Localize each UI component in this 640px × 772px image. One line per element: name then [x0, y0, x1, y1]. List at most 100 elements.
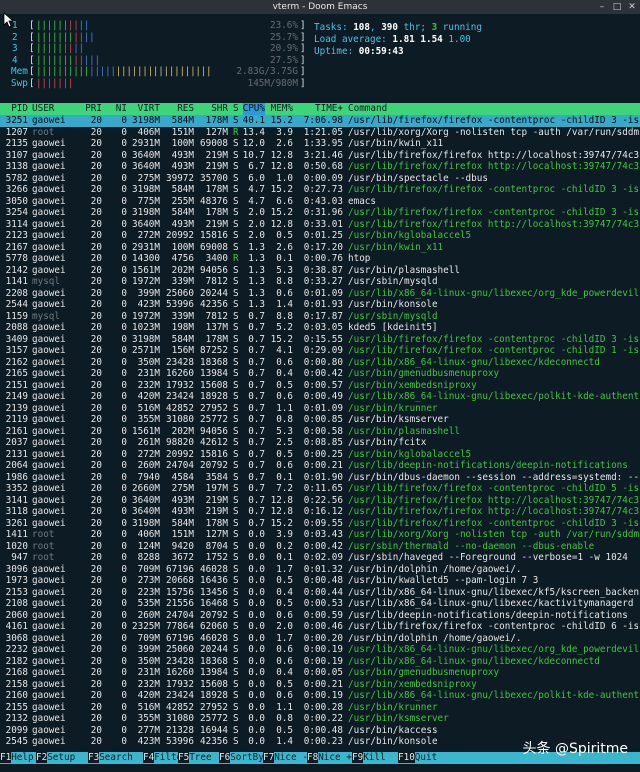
table-row[interactable]: 2167 gaowei 20 0 2931M 100M 69008 S 1.3 2.6 0:17.2…: [0, 242, 640, 254]
process-table-header[interactable]: PID USER PRI NI VIRT RES SHR S CPU% MEM% TIME+ Comm…: [0, 103, 640, 115]
table-row[interactable]: 1411 root 20 0 406M 151M 127M S 0.0 3.9 0:03.43/us…: [0, 529, 640, 541]
cell-time: 0:00.21: [303, 460, 343, 471]
table-row[interactable]: 1207 root 20 0 406M 151M 127M R 13.4 3.9 1:21.05/u…: [0, 127, 640, 139]
cell-time: 3:21.46: [303, 149, 343, 161]
minimize-button[interactable]: –: [596, 0, 608, 14]
fkey-help-button[interactable]: F1Help: [0, 752, 34, 764]
table-row[interactable]: 1159 mysql 20 0 1972M 339M 7812 S 0.7 8.8 0:17.87 /…: [0, 311, 640, 323]
fkey-kill-button[interactable]: F9Kill: [352, 752, 386, 764]
column-header-pid[interactable]: PID: [11, 103, 28, 115]
table-row[interactable]: 2132 gaowei 20 0 355M 31080 25772 S 0.0 0.8 0:00.2…: [0, 713, 640, 725]
column-header-cpu[interactable]: CPU%: [242, 103, 265, 115]
table-row[interactable]: 3141 gaowei 20 0 3640M 493M 219M S 0.7 12.8 0:22.5…: [0, 495, 640, 507]
column-header-command[interactable]: Command: [348, 103, 387, 115]
table-row[interactable]: 2168 gaowei 20 0 231M 16260 13984 S 0.0 0.4 0:00.0…: [0, 667, 640, 679]
table-row[interactable]: 2139 gaowei 20 0 516M 42852 27952 S 0.7 1.1 0:01.0…: [0, 403, 640, 415]
table-row[interactable]: 3409 gaowei 20 0 3198M 584M 178M S 0.7 15.2 0:15.5…: [0, 334, 640, 346]
table-row[interactable]: 4161 gaowei 20 0 2325M 77864 62060 S 0.0 2.0 0:00.…: [0, 621, 640, 633]
table-row[interactable]: 3068 gaowei 20 0 709M 67196 46028 S 0.0 1.7 0:00.2…: [0, 633, 640, 645]
table-row[interactable]: 2135 gaowei 20 0 2931M 100M 69008 S 12.0 2.6 1:33.…: [0, 138, 640, 150]
table-row[interactable]: 2088 gaowei 20 0 1023M 198M 137M S 0.7 5.2 0:03.05…: [0, 322, 640, 334]
table-row[interactable]: 1973 gaowei 20 0 273M 20668 16436 S 0.0 0.5 0:00.4…: [0, 575, 640, 587]
table-row[interactable]: 5778 gaowei 20 0 14300 4756 3400 R 1.3 0.1 0:00.76…: [0, 253, 640, 265]
fkey-search-button[interactable]: F3Search: [88, 752, 133, 764]
column-header-ni[interactable]: NI: [116, 103, 127, 115]
column-header-time[interactable]: TIME+: [315, 103, 343, 115]
fkey-setup-button[interactable]: F2Setup: [36, 752, 75, 764]
table-row[interactable]: 3096 gaowei 20 0 709M 67196 46028 S 0.0 1.7 0:01.3…: [0, 564, 640, 576]
table-row[interactable]: 2158 gaowei 20 0 232M 17932 15608 S 0.0 0.5 0:00.2…: [0, 679, 640, 691]
table-row[interactable]: 2060 gaowei 20 0 260M 24704 20792 S 0.0 0.6 0:00.5…: [0, 610, 640, 622]
fkey-tree-button[interactable]: F5Tree: [178, 752, 212, 764]
table-row[interactable]: 947 root 20 0 8288 3672 1752 S 0.0 0.1 0:02.09/usr…: [0, 552, 640, 564]
fkey-nice-button[interactable]: F7Nice -: [263, 752, 308, 764]
column-header-shr[interactable]: SHR: [211, 103, 228, 115]
close-button[interactable]: ✕: [626, 0, 638, 14]
cell-res: 4756: [171, 253, 194, 264]
table-row[interactable]: 2162 gaowei 20 0 350M 23428 18368 S 0.7 0.6 0:00.8…: [0, 357, 640, 369]
cell-command: /usr/bin/kwin_x11: [348, 138, 444, 149]
table-row[interactable]: 2099 gaowei 20 0 277M 21328 16944 S 0.0 0.5 0:00.4…: [0, 725, 640, 737]
table-row[interactable]: 3118 gaowei 20 0 3640M 493M 219M S 0.7 12.8 0:16.1…: [0, 506, 640, 518]
table-row[interactable]: 1020 root 20 0 124M 9420 8704 S 0.0 0.2 0:00.42/us…: [0, 541, 640, 553]
table-row[interactable]: 3050 gaowei 20 0 775M 255M 48376 S 4.7 6.6 0:43.03…: [0, 196, 640, 208]
column-header-pri[interactable]: PRI: [85, 103, 102, 115]
cell-time: 0:00.57: [303, 379, 343, 391]
cell-virt: 272M: [137, 230, 160, 241]
table-row[interactable]: 2153 gaowei 20 0 223M 15756 13456 S 0.0 0.4 0:00.4…: [0, 587, 640, 599]
table-row[interactable]: 2151 gaowei 20 0 232M 17932 15608 S 0.7 0.5 0:00.5…: [0, 380, 640, 392]
table-row[interactable]: 2165 gaowei 20 0 231M 16260 13984 S 0.7 0.4 0:00.4…: [0, 368, 640, 380]
table-row[interactable]: 3157 gaowei 20 0 2571M 156M 87252 S 0.7 4.1 0:29.0…: [0, 345, 640, 357]
table-row[interactable]: 1141 mysql 20 0 1972M 339M 7812 S 1.3 8.8 0:33.27 /…: [0, 276, 640, 288]
cell-state: S: [233, 368, 239, 379]
cell-time: 0:00.19: [303, 655, 343, 667]
cell-virt: 14300: [132, 253, 160, 264]
cell-pid: 2139: [5, 402, 28, 414]
table-row[interactable]: 3254 gaowei 20 0 3198M 584M 178M S 2.0 15.2 0:31.9…: [0, 207, 640, 219]
cell-res: 15756: [166, 586, 194, 598]
column-header-virt[interactable]: VIRT: [138, 103, 160, 115]
table-row[interactable]: 3107 gaowei 20 0 3640M 493M 219M S 10.7 12.8 3:21.…: [0, 150, 640, 162]
cell-pri: 20: [90, 655, 102, 667]
cell-pri: 20: [90, 632, 102, 644]
table-row[interactable]: 2064 gaowei 20 0 260M 24704 20792 S 0.7 0.6 0:00.2…: [0, 460, 640, 472]
column-header-mem[interactable]: MEM%: [271, 103, 293, 115]
table-row[interactable]: 5782 gaowei 20 0 275M 39972 35700 S 6.0 1.0 0:00.0…: [0, 173, 640, 185]
cell-pid: 2168: [5, 667, 28, 678]
cell-cpu: 0.7: [248, 391, 265, 402]
column-header-state[interactable]: S: [233, 103, 239, 115]
cpu4-bracket-close: ]: [300, 54, 306, 66]
cell-ni: 0: [121, 644, 127, 655]
table-row[interactable]: 2232 gaowei 20 0 399M 25060 20244 S 0.0 0.6 0:00.1…: [0, 644, 640, 656]
fkey-quit-button[interactable]: F10Quit: [398, 752, 437, 764]
table-row[interactable]: 2131 gaowei 20 0 272M 20992 15816 S 0.7 0.5 0:00.2…: [0, 449, 640, 461]
table-row[interactable]: 2182 gaowei 20 0 350M 23428 18368 S 0.0 0.6 0:00.1…: [0, 656, 640, 668]
fkey-nice-button[interactable]: F8Nice +: [307, 752, 352, 764]
cell-user: gaowei: [32, 586, 66, 598]
cell-time: 0:15.55: [303, 333, 343, 345]
table-row-selected[interactable]: 3251 gaowei 20 0 3198M 584M 178M S 40.1 15.2 7:06.…: [0, 115, 640, 127]
table-row[interactable]: 3261 gaowei 20 0 3198M 584M 178M S 0.7 15.2 0:09.5…: [0, 518, 640, 530]
maximize-button[interactable]: □: [611, 0, 623, 14]
column-header-res[interactable]: RES: [177, 103, 194, 115]
table-row[interactable]: 2108 gaowei 20 0 535M 21556 16468 S 0.0 0.5 0:00.5…: [0, 598, 640, 610]
table-row[interactable]: 2544 gaowei 20 0 423M 53996 42356 S 1.3 1.4 0:01.9…: [0, 299, 640, 311]
table-row[interactable]: 2142 gaowei 20 0 1561M 202M 94056 S 1.3 5.3 0:38.8…: [0, 265, 640, 277]
table-row[interactable]: 2208 gaowei 20 0 399M 25060 20244 S 1.3 0.6 0:01.0…: [0, 288, 640, 300]
table-row[interactable]: 3352 gaowei 20 0 2660M 275M 197M S 0.7 7.2 0:11.65…: [0, 483, 640, 495]
table-row[interactable]: 1986 gaowei 20 0 7940 4584 3584 S 0.7 0.1 0:01.90 /…: [0, 472, 640, 484]
table-row[interactable]: 2161 gaowei 20 0 1561M 202M 94056 S 0.7 5.3 0:00.5…: [0, 426, 640, 438]
column-header-user[interactable]: USER: [32, 103, 54, 115]
cell-pid: 3068: [5, 632, 28, 644]
table-row[interactable]: 3114 gaowei 20 0 3640M 493M 219M S 2.0 12.8 0:33.0…: [0, 219, 640, 231]
cell-user: gaowei: [32, 322, 66, 333]
table-row[interactable]: 3138 gaowei 20 0 3640M 493M 219M S 6.7 12.8 0:50.6…: [0, 161, 640, 173]
table-row[interactable]: 3266 gaowei 20 0 3198M 584M 178M S 4.7 15.2 0:27.7…: [0, 184, 640, 196]
table-row[interactable]: 2160 gaowei 20 0 420M 23424 18928 S 0.0 0.6 0:00.1…: [0, 690, 640, 702]
table-row[interactable]: 2037 gaowei 20 0 261M 98820 42612 S 0.7 2.5 0:08.8…: [0, 437, 640, 449]
table-row[interactable]: 2149 gaowei 20 0 420M 23424 18928 S 0.7 0.6 0:00.4…: [0, 391, 640, 403]
fkey-sortby-button[interactable]: F6SortBy: [219, 752, 264, 764]
table-row[interactable]: 2155 gaowei 20 0 516M 42852 27952 S 0.0 1.1 0:00.2…: [0, 702, 640, 714]
table-row[interactable]: 2119 gaowei 20 0 355M 31080 25772 S 0.7 0.8 0:00.8…: [0, 414, 640, 426]
table-row[interactable]: 2123 gaowei 20 0 272M 20992 15816 S 2.0 0.5 0:01.2…: [0, 230, 640, 242]
